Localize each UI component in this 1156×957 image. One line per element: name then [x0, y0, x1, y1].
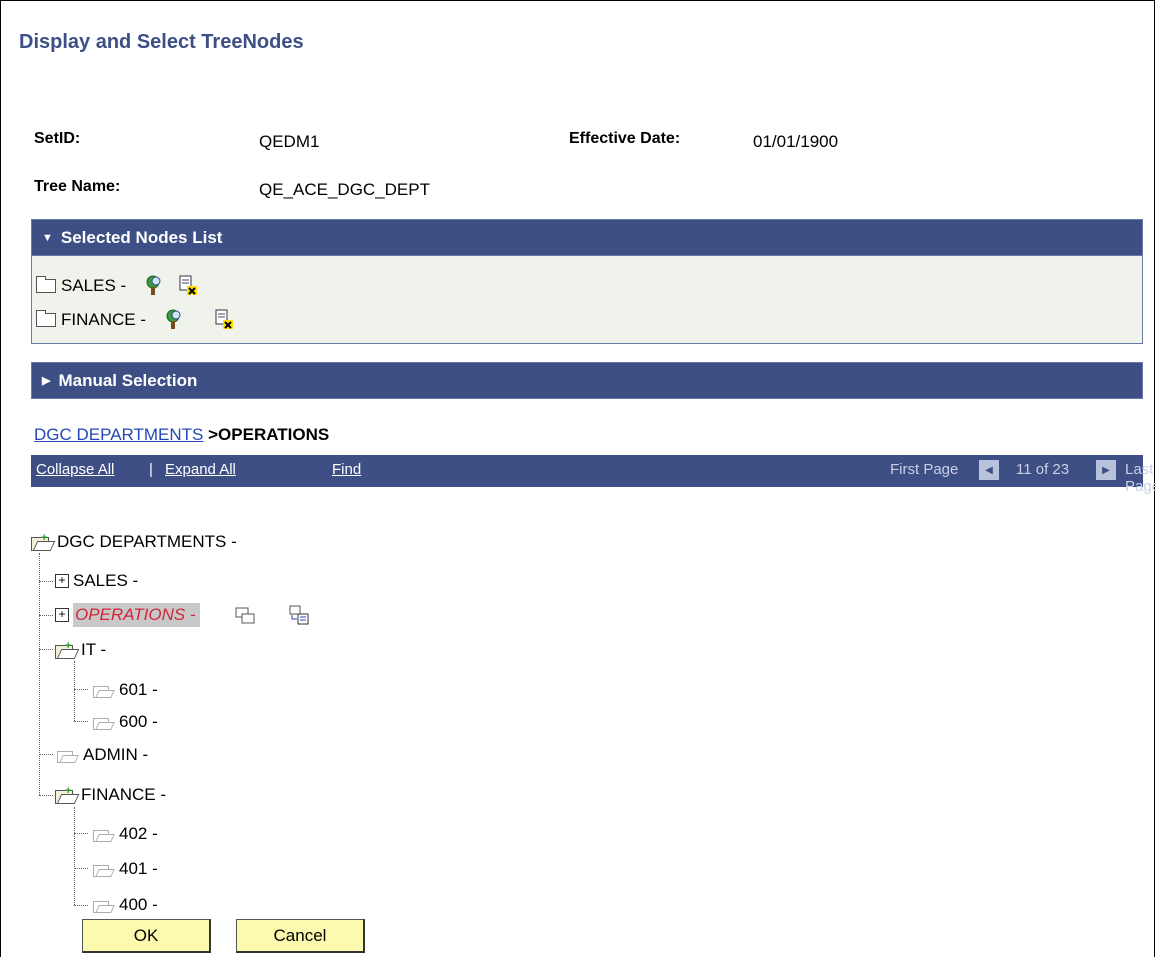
tree-node-label: SALES -	[73, 571, 139, 590]
selected-nodes-header[interactable]: ▼ Selected Nodes List	[31, 219, 1143, 256]
selected-nodes-title: Selected Nodes List	[60, 227, 223, 247]
tree-node-admin[interactable]: ADMIN -	[57, 742, 148, 768]
tree-node-label: FINANCE -	[81, 785, 166, 804]
tree-node-label-selected: OPERATIONS -	[73, 603, 200, 627]
remove-node-icon[interactable]	[178, 274, 200, 298]
next-page-icon[interactable]: ▶	[1096, 460, 1116, 480]
tree-connector	[74, 721, 88, 722]
tree-connector	[74, 868, 88, 869]
tree-node-leaf[interactable]: 401 -	[93, 856, 158, 882]
expand-triangle-icon: ▶	[42, 375, 51, 387]
tree-connector	[74, 833, 88, 834]
tree-connector	[39, 615, 53, 616]
tree-node-leaf[interactable]: 402 -	[93, 821, 158, 847]
last-page-text: Last Page	[1125, 461, 1156, 495]
tree-name-value: QE_ACE_DGC_DEPT	[259, 180, 430, 199]
tree-node-leaf[interactable]: 600 -	[93, 709, 158, 735]
link-separator: |	[149, 461, 153, 478]
folder-icon	[36, 276, 56, 293]
effective-date-value: 01/01/1900	[753, 132, 839, 151]
tree-connector	[39, 649, 53, 650]
tree-node-label: 401 -	[119, 859, 158, 878]
tree-node-label: IT -	[81, 640, 107, 659]
view-node-icon[interactable]	[140, 274, 164, 298]
selected-nodes-panel: SALES - FINANCE -	[31, 256, 1143, 344]
tree-node-label: 400 -	[119, 895, 158, 914]
remove-node-icon[interactable]	[214, 308, 236, 332]
tree-node-label: DGC DEPARTMENTS -	[57, 532, 237, 551]
selected-node-item: SALES -	[36, 272, 200, 300]
leaf-folder-icon	[57, 749, 77, 763]
leaf-folder-icon	[93, 899, 113, 913]
expand-plus-icon[interactable]: +	[55, 608, 69, 622]
tree-connector	[39, 581, 53, 582]
manual-selection-header[interactable]: ▶ Manual Selection	[31, 362, 1143, 399]
breadcrumb-current: >OPERATIONS	[208, 425, 330, 444]
collapse-triangle-icon: ▼	[42, 231, 53, 244]
tree-connector	[39, 553, 40, 795]
breadcrumb: DGC DEPARTMENTS >OPERATIONS	[34, 425, 329, 445]
open-folder-icon: +	[55, 640, 77, 659]
selected-node-label: FINANCE -	[61, 310, 146, 329]
tree-navigation-bar: Collapse All | Expand All Find First Pag…	[31, 455, 1156, 495]
tree-node-label: 402 -	[119, 824, 158, 843]
tree-node-sales[interactable]: + SALES -	[55, 568, 138, 594]
leaf-folder-icon	[93, 684, 113, 698]
open-folder-icon: +	[31, 532, 53, 551]
tree-node-label: 600 -	[119, 712, 158, 731]
collapse-all-link[interactable]: Collapse All	[36, 461, 114, 478]
expand-plus-icon[interactable]: +	[55, 574, 69, 588]
selected-node-item: FINANCE -	[36, 306, 236, 334]
leaf-folder-icon	[93, 828, 113, 842]
ok-button[interactable]: OK	[82, 919, 211, 953]
first-page-text: First Page	[890, 461, 959, 478]
tree-node-finance[interactable]: + FINANCE -	[55, 782, 166, 808]
manual-selection-title: Manual Selection	[58, 370, 198, 390]
tree-connector	[74, 905, 88, 906]
tree-node-label: ADMIN -	[83, 745, 149, 764]
select-children-icon[interactable]	[288, 604, 312, 626]
tree-name-label: Tree Name:	[34, 178, 121, 195]
tree-node-leaf[interactable]: 601 -	[93, 677, 158, 703]
folder-icon	[36, 310, 56, 327]
tree-node-leaf[interactable]: 400 -	[93, 892, 158, 918]
leaf-folder-icon	[93, 863, 113, 877]
open-folder-icon: +	[55, 785, 77, 804]
setid-value: QEDM1	[259, 132, 320, 151]
tree-connector	[39, 795, 53, 796]
select-node-icon[interactable]	[234, 604, 258, 626]
cancel-button[interactable]: Cancel	[236, 919, 365, 953]
page-frame: Display and Select TreeNodes SetID: QEDM…	[0, 0, 1156, 957]
view-node-icon[interactable]	[160, 308, 184, 332]
effective-date-label: Effective Date:	[569, 130, 681, 147]
tree-connector	[74, 807, 75, 905]
setid-label: SetID:	[34, 130, 81, 147]
selected-node-label: SALES -	[61, 276, 127, 295]
tree-node-label: 601 -	[119, 680, 158, 699]
tree-node-operations[interactable]: + OPERATIONS -	[55, 602, 312, 628]
tree-connector	[74, 661, 75, 721]
page-status: 11 of 23	[1016, 461, 1070, 478]
tree-node-it[interactable]: + IT -	[55, 637, 106, 663]
breadcrumb-root-link[interactable]: DGC DEPARTMENTS	[34, 425, 203, 444]
page-title: Display and Select TreeNodes	[19, 31, 304, 53]
tree-node-root[interactable]: + DGC DEPARTMENTS -	[31, 529, 237, 555]
leaf-folder-icon	[93, 716, 113, 730]
find-link[interactable]: Find	[332, 461, 361, 478]
expand-all-link[interactable]: Expand All	[165, 461, 236, 478]
tree-connector	[39, 754, 53, 755]
previous-page-icon[interactable]: ◀	[979, 460, 999, 480]
tree-connector	[74, 689, 88, 690]
